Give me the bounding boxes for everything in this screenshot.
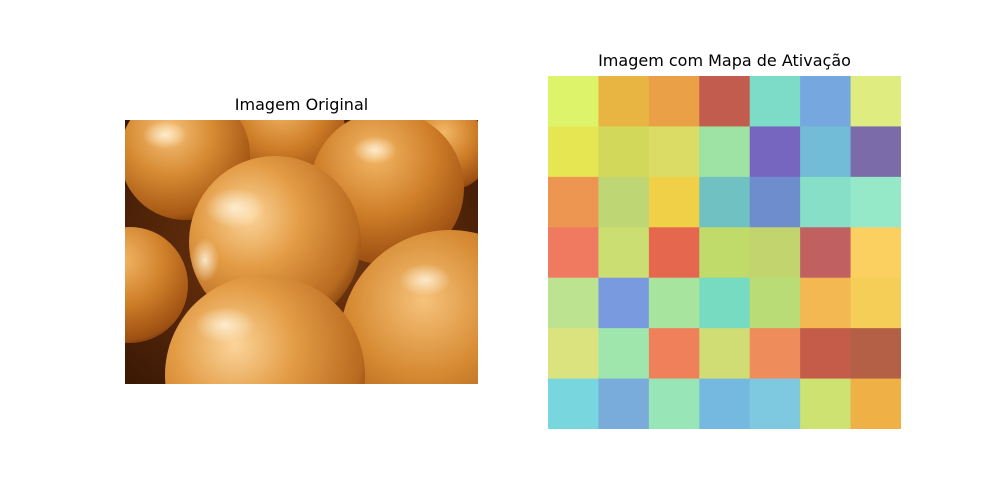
activation-cell <box>800 76 852 127</box>
activation-cell <box>699 378 751 429</box>
activation-cell <box>800 176 852 228</box>
activation-cell <box>749 378 801 429</box>
activation-cell <box>800 378 852 429</box>
activation-cell <box>800 277 852 329</box>
activation-cell <box>548 277 599 329</box>
activation-cell <box>648 328 700 380</box>
activation-cell <box>850 176 901 228</box>
activation-cell <box>548 176 599 228</box>
activation-cell <box>749 328 801 380</box>
activation-cell <box>648 277 700 329</box>
activation-cell <box>749 126 801 178</box>
activation-cell <box>699 227 751 279</box>
activation-cell <box>648 378 700 429</box>
activation-cell <box>548 328 599 380</box>
activation-cell <box>699 76 751 127</box>
activation-cell <box>598 328 650 380</box>
activation-cell <box>699 277 751 329</box>
activation-cell <box>749 277 801 329</box>
activation-cell <box>850 378 901 429</box>
activation-cell <box>850 277 901 329</box>
activation-cell <box>749 176 801 228</box>
activation-cell <box>800 328 852 380</box>
activation-cell <box>598 378 650 429</box>
original-photo <box>125 120 478 384</box>
activation-cell <box>648 76 700 127</box>
activation-cell <box>850 328 901 380</box>
activation-cell <box>749 76 801 127</box>
activation-cell <box>648 176 700 228</box>
activation-cell <box>850 76 901 127</box>
activation-cell <box>699 176 751 228</box>
activation-cell <box>548 378 599 429</box>
activation-cell <box>699 126 751 178</box>
activation-cell <box>598 277 650 329</box>
activation-cell <box>699 328 751 380</box>
activation-cell <box>850 126 901 178</box>
activation-cell <box>548 76 599 127</box>
activation-cell <box>598 76 650 127</box>
activation-map-grid <box>548 76 901 429</box>
activation-map-title: Imagem com Mapa de Ativação <box>598 51 851 70</box>
activation-cell <box>850 227 901 279</box>
activation-cell <box>800 227 852 279</box>
activation-cell <box>598 176 650 228</box>
activation-cell <box>648 126 700 178</box>
activation-cell <box>598 126 650 178</box>
activation-cell <box>548 126 599 178</box>
activation-cell <box>548 227 599 279</box>
activation-cell <box>598 227 650 279</box>
original-image-title: Imagem Original <box>234 95 369 114</box>
activation-cell <box>800 126 852 178</box>
activation-cell <box>749 227 801 279</box>
activation-cell <box>648 227 700 279</box>
